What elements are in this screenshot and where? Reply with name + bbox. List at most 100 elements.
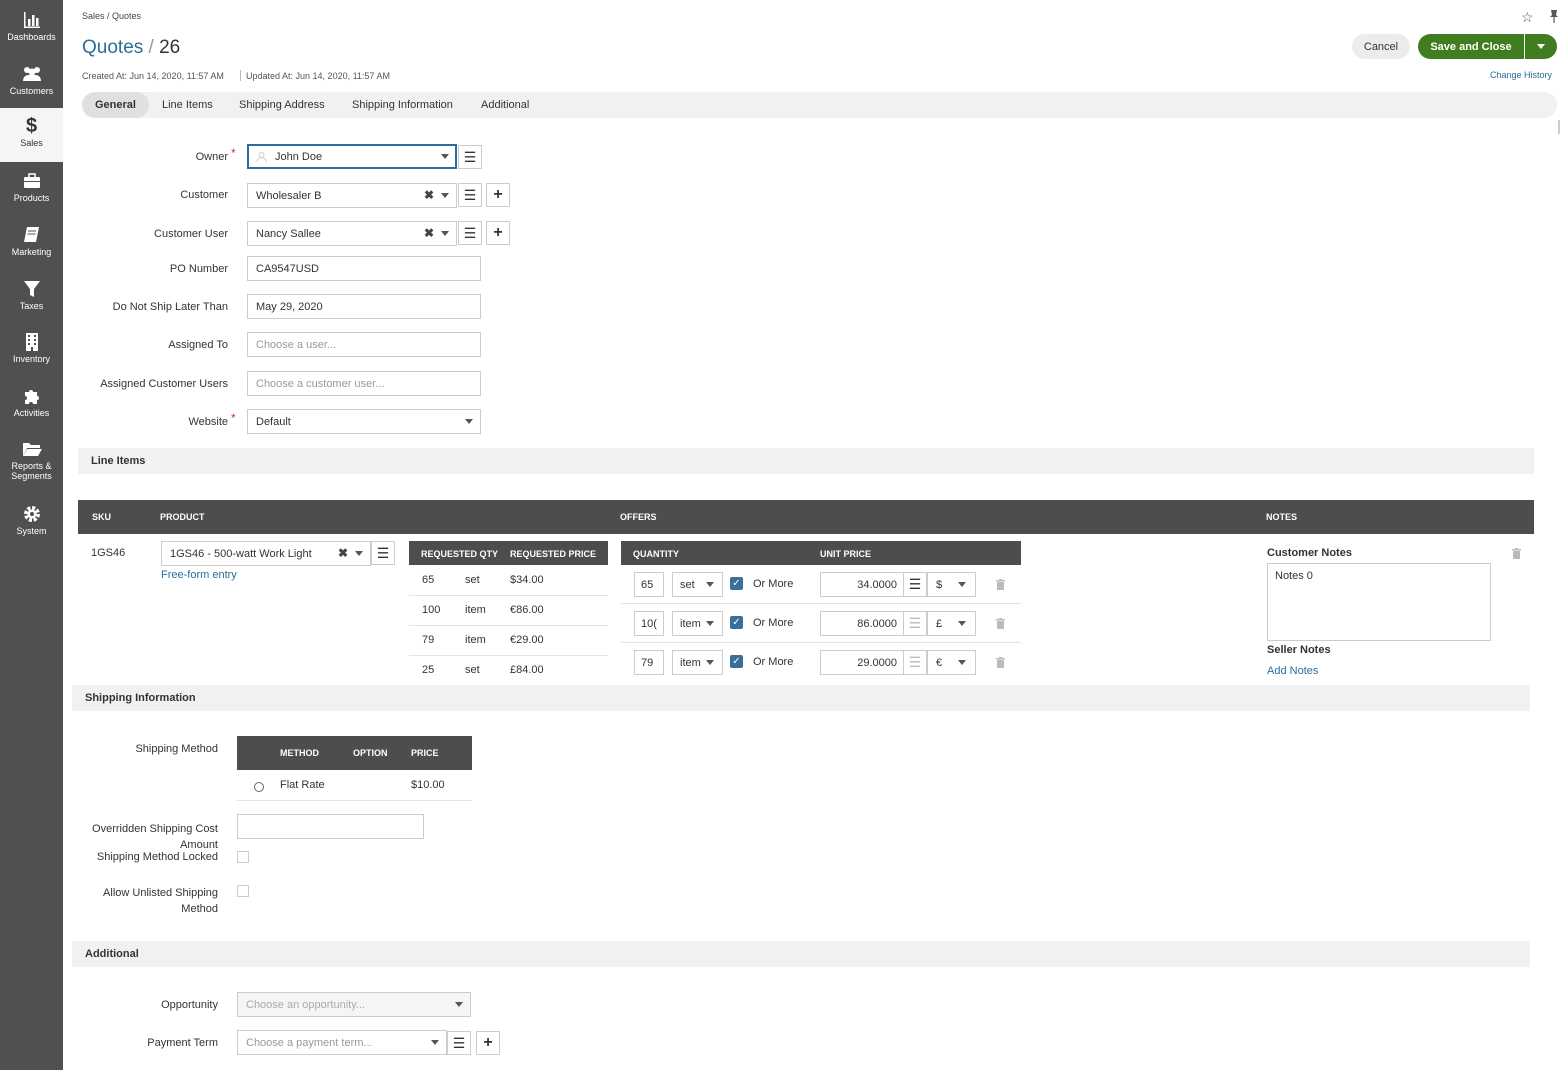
chevron-down-icon[interactable] [355, 551, 363, 556]
assigned-to-input[interactable]: Choose a user... [247, 332, 481, 357]
trash-icon[interactable] [1512, 548, 1521, 559]
created-at: Created At: Jun 14, 2020, 11:57 AM [82, 71, 224, 81]
save-options-dropdown[interactable] [1525, 34, 1557, 59]
chevron-down-icon[interactable] [465, 419, 473, 424]
product-list-button[interactable]: ☰ [371, 541, 395, 565]
building-icon [25, 333, 38, 351]
shipping-method-locked-checkbox[interactable] [237, 851, 249, 863]
breadcrumb[interactable]: Sales / Quotes [82, 11, 141, 21]
sidebar-item-activities[interactable]: Activities [0, 380, 63, 434]
offer-qty-input[interactable]: 79 [634, 650, 664, 675]
chevron-down-icon[interactable] [706, 660, 714, 665]
or-more-checkbox[interactable]: ✓ [730, 655, 743, 668]
or-more-checkbox[interactable]: ✓ [730, 577, 743, 590]
offer-unit-select[interactable]: item [672, 611, 723, 636]
tab-additional[interactable]: Additional [468, 92, 542, 118]
chevron-down-icon[interactable] [455, 1002, 463, 1007]
sidebar-item-products[interactable]: Products [0, 164, 63, 218]
chevron-down-icon[interactable] [958, 621, 966, 626]
ship-by-date-input[interactable]: May 29, 2020 [247, 294, 481, 319]
trash-icon[interactable] [996, 579, 1005, 590]
trash-icon[interactable] [996, 657, 1005, 668]
owner-select[interactable]: John Doe [247, 144, 457, 169]
sidebar-item-sales[interactable]: $ Sales [0, 108, 63, 162]
sidebar-item-customers[interactable]: Customers [0, 56, 63, 110]
flat-rate-radio[interactable] [254, 782, 264, 792]
payment-term-select[interactable]: Choose a payment term... [237, 1030, 447, 1055]
customer-list-button[interactable]: ☰ [458, 183, 482, 207]
trash-icon[interactable] [996, 618, 1005, 629]
col-sku: SKU [92, 512, 112, 522]
chevron-down-icon[interactable] [958, 582, 966, 587]
payment-term-label: Payment Term [147, 1037, 218, 1049]
title-separator: / [148, 37, 154, 58]
offer-unit-select[interactable]: item [672, 650, 723, 675]
customer-user-list-button[interactable]: ☰ [458, 221, 482, 245]
star-icon[interactable]: ☆ [1521, 9, 1534, 26]
offer-price-input[interactable]: 34.0000 [820, 572, 904, 597]
tab-shipping-address[interactable]: Shipping Address [226, 92, 338, 118]
overridden-shipping-cost-input[interactable] [237, 814, 424, 839]
clear-icon[interactable]: ✖ [338, 546, 348, 560]
price-list-button[interactable]: ☰ [903, 650, 927, 675]
sidebar-item-label: Inventory [12, 354, 51, 364]
save-and-close-button[interactable]: Save and Close [1418, 34, 1524, 59]
opportunity-select[interactable]: Choose an opportunity... [237, 992, 471, 1017]
sidebar-item-dashboards[interactable]: Dashboards [0, 2, 63, 56]
currency-select[interactable]: £ [927, 611, 976, 636]
sidebar-item-taxes[interactable]: Taxes [0, 272, 63, 326]
add-customer-user-button[interactable]: + [486, 221, 510, 245]
offer-qty-input[interactable]: 10( [634, 611, 664, 636]
assigned-customer-users-input[interactable]: Choose a customer user... [247, 371, 481, 396]
offer-price-input[interactable]: 86.0000 [820, 611, 904, 636]
offer-qty-input[interactable]: 65 [634, 572, 664, 597]
chevron-down-icon[interactable] [431, 1040, 439, 1045]
sidebar-item-reports[interactable]: Reports & Segments [0, 434, 63, 490]
po-number-input[interactable]: CA9547USD [247, 256, 481, 281]
quotes-link[interactable]: Quotes [82, 37, 143, 58]
required-marker: * [231, 411, 236, 425]
allow-unlisted-label: Allow Unlisted Shipping Method [80, 885, 218, 917]
chevron-down-icon[interactable] [441, 193, 449, 198]
chevron-down-icon[interactable] [958, 660, 966, 665]
add-payment-term-button[interactable]: + [476, 1031, 500, 1055]
offer-unit-select[interactable]: set [672, 572, 723, 597]
tab-shipping-information[interactable]: Shipping Information [339, 92, 466, 118]
payment-term-list-button[interactable]: ☰ [447, 1031, 471, 1055]
sidebar-item-label-2: Segments [11, 471, 52, 481]
cancel-button[interactable]: Cancel [1352, 34, 1410, 59]
chevron-down-icon[interactable] [706, 621, 714, 626]
overridden-shipping-label: Overridden Shipping Cost Amount [80, 821, 218, 853]
requested-price: £84.00 [510, 664, 544, 676]
sidebar-item-marketing[interactable]: Marketing [0, 218, 63, 272]
allow-unlisted-checkbox[interactable] [237, 885, 249, 897]
add-notes-link[interactable]: Add Notes [1267, 665, 1318, 677]
chevron-down-icon[interactable] [706, 582, 714, 587]
free-form-entry-link[interactable]: Free-form entry [161, 569, 237, 581]
website-select[interactable]: Default [247, 409, 481, 434]
chevron-down-icon[interactable] [441, 154, 449, 159]
scrollbar[interactable] [1558, 120, 1560, 134]
owner-list-button[interactable]: ☰ [458, 145, 482, 169]
chevron-down-icon[interactable] [441, 231, 449, 236]
offer-price-input[interactable]: 29.0000 [820, 650, 904, 675]
requested-qty: 65 [422, 574, 435, 586]
clear-icon[interactable]: ✖ [424, 226, 434, 240]
allow-unlisted-label-line-1: Allow Unlisted Shipping [103, 887, 218, 899]
price-list-button[interactable]: ☰ [903, 572, 927, 597]
customer-notes-textarea[interactable]: Notes 0 [1267, 563, 1491, 641]
tab-line-items[interactable]: Line Items [149, 92, 226, 118]
or-more-checkbox[interactable]: ✓ [730, 616, 743, 629]
change-history-link[interactable]: Change History [1490, 70, 1552, 80]
sidebar-item-inventory[interactable]: Inventory [0, 326, 63, 380]
sidebar-item-system[interactable]: System [0, 498, 63, 552]
customer-user-label: Customer User [154, 228, 228, 240]
pin-icon[interactable] [1548, 9, 1560, 23]
add-customer-button[interactable]: + [486, 183, 510, 207]
currency-select[interactable]: $ [927, 572, 976, 597]
price-list-button[interactable]: ☰ [903, 611, 927, 636]
tab-general[interactable]: General [82, 92, 149, 118]
currency-select[interactable]: € [927, 650, 976, 675]
clear-icon[interactable]: ✖ [424, 188, 434, 202]
assigned-to-label: Assigned To [168, 339, 228, 351]
